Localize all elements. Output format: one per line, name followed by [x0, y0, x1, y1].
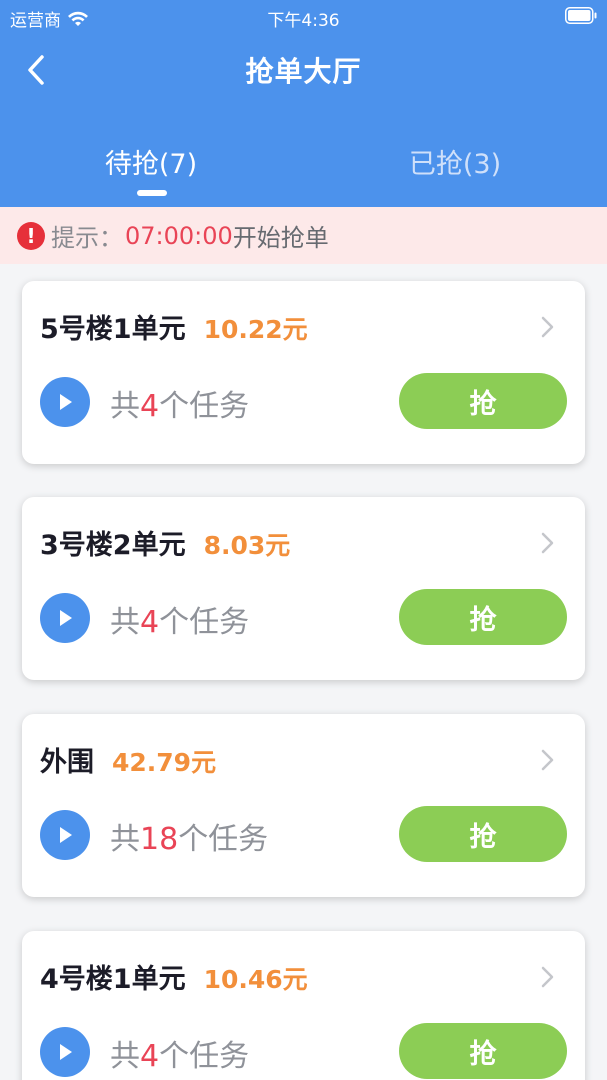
- chevron-right-icon[interactable]: [537, 529, 557, 557]
- task-count-number: 4: [140, 389, 160, 424]
- task-count-suffix: 个任务: [159, 1039, 250, 1074]
- grab-button[interactable]: 抢: [399, 1023, 567, 1079]
- header: 运营商 下午4:36 抢单大厅 待抢(7) 已抢(3): [0, 0, 607, 207]
- navbar: 抢单大厅: [0, 40, 607, 100]
- task-count: 共4个任务: [110, 381, 249, 425]
- task-count-prefix: 共: [110, 605, 140, 640]
- task-count-suffix: 个任务: [159, 389, 250, 424]
- order-name: 4号楼1单元: [40, 964, 186, 995]
- order-card[interactable]: 3号楼2单元 8.03元 共4个任务 抢: [22, 497, 585, 680]
- play-icon: [60, 827, 72, 843]
- status-bar: 运营商 下午4:36: [0, 0, 607, 32]
- chevron-right-icon[interactable]: [537, 313, 557, 341]
- order-title: 5号楼1单元 10.22元: [40, 307, 308, 346]
- grab-button[interactable]: 抢: [399, 373, 567, 429]
- task-count: 共18个任务: [110, 814, 268, 858]
- play-icon: [60, 1044, 72, 1060]
- grab-button[interactable]: 抢: [399, 589, 567, 645]
- order-card[interactable]: 5号楼1单元 10.22元 共4个任务 抢: [22, 281, 585, 464]
- order-title: 外围 42.79元: [40, 740, 216, 779]
- play-button[interactable]: [40, 377, 90, 427]
- task-count-number: 4: [140, 1039, 160, 1074]
- task-count-prefix: 共: [110, 1039, 140, 1074]
- play-button[interactable]: [40, 1027, 90, 1077]
- notice-label: 提示：: [51, 224, 123, 252]
- task-count: 共4个任务: [110, 1031, 249, 1075]
- notice-suffix: 开始抢单: [232, 224, 329, 252]
- notice-time: 07:00:00: [125, 221, 233, 250]
- play-icon: [60, 394, 72, 410]
- task-count-prefix: 共: [110, 822, 140, 857]
- task-count-suffix: 个任务: [159, 605, 250, 640]
- notice-bar: ! 提示： 07:00:00 开始抢单: [0, 207, 607, 264]
- order-name: 外围: [40, 747, 94, 778]
- play-button[interactable]: [40, 810, 90, 860]
- alert-icon: !: [17, 221, 45, 250]
- order-name: 5号楼1单元: [40, 314, 186, 345]
- order-price: 8.03元: [203, 531, 291, 560]
- task-count-number: 4: [140, 605, 160, 640]
- tab-bar: 待抢(7) 已抢(3): [0, 128, 607, 207]
- tab-indicator: [137, 190, 167, 196]
- task-count: 共4个任务: [110, 597, 249, 641]
- battery-icon: [565, 7, 597, 24]
- task-count-prefix: 共: [110, 389, 140, 424]
- tab-pending[interactable]: 待抢(7): [41, 142, 261, 181]
- page-title: 抢单大厅: [245, 55, 362, 88]
- order-name: 3号楼2单元: [40, 530, 186, 561]
- task-count-number: 18: [140, 822, 179, 857]
- order-price: 10.22元: [203, 315, 308, 344]
- order-card[interactable]: 外围 42.79元 共18个任务 抢: [22, 714, 585, 897]
- task-count-suffix: 个任务: [178, 822, 269, 857]
- order-price: 42.79元: [112, 748, 217, 777]
- order-card[interactable]: 4号楼1单元 10.46元 共4个任务 抢: [22, 931, 585, 1080]
- tab-grabbed[interactable]: 已抢(3): [345, 142, 565, 181]
- chevron-right-icon[interactable]: [537, 746, 557, 774]
- grab-button[interactable]: 抢: [399, 806, 567, 862]
- order-title: 4号楼1单元 10.46元: [40, 957, 308, 996]
- order-title: 3号楼2单元 8.03元: [40, 523, 290, 562]
- status-time: 下午4:36: [267, 11, 340, 31]
- play-icon: [60, 610, 72, 626]
- order-price: 10.46元: [203, 965, 308, 994]
- chevron-right-icon[interactable]: [537, 963, 557, 991]
- play-button[interactable]: [40, 593, 90, 643]
